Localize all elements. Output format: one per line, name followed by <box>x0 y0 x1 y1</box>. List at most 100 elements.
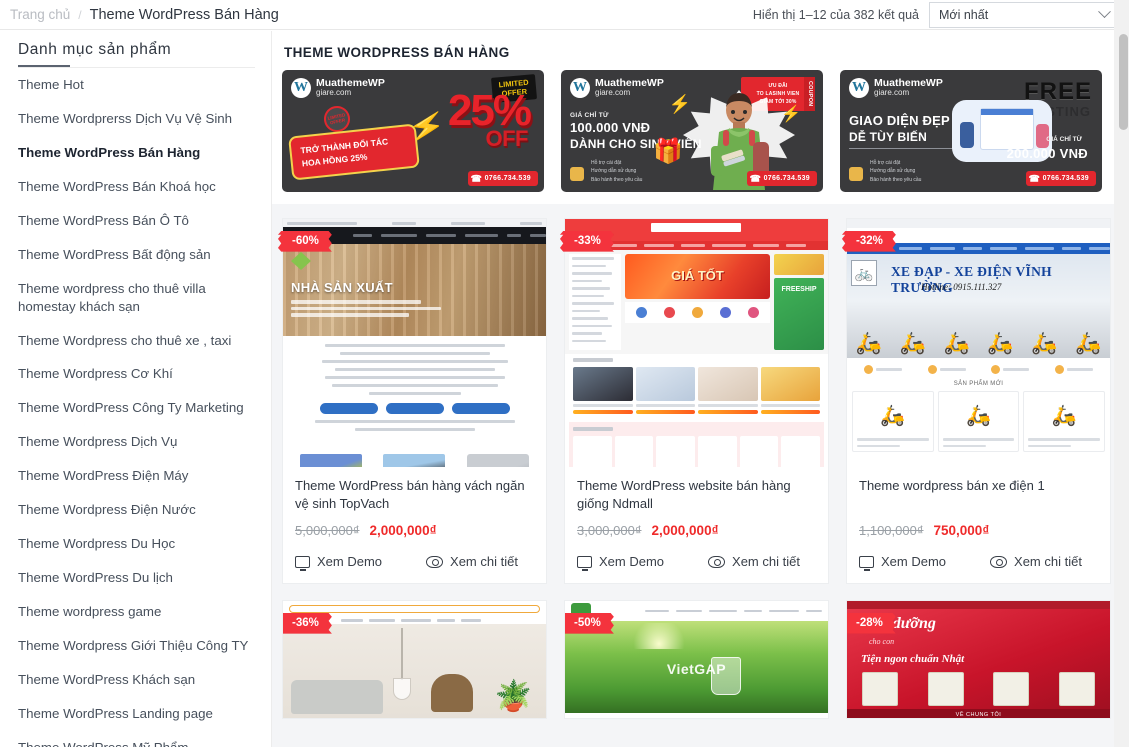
sun-glow <box>629 623 689 649</box>
product-card[interactable]: -36% 🪴 <box>282 600 547 719</box>
thumb-sidebar <box>569 254 621 350</box>
banner-promo-student[interactable]: W MuathemeWP giare.com ƯU ĐÃI TO LASINH … <box>561 70 823 192</box>
breadcrumb-separator: / <box>78 7 82 22</box>
banner-phone[interactable]: 0766.734.539 <box>746 171 817 186</box>
sidebar-item-co-khi[interactable]: Theme Wordpress Cơ Khí <box>0 357 271 391</box>
sidebar-item-my-pham[interactable]: Theme WordPress Mỹ Phẩm <box>0 731 271 747</box>
thumb-topstrip <box>847 601 1110 609</box>
banner-row: W MuathemeWP giare.com LIMITED OFFER 25%… <box>282 70 1119 192</box>
sidebar-item-landing-page[interactable]: Theme WordPress Landing page <box>0 697 271 731</box>
banner-phone[interactable]: 0766.734.539 <box>467 171 538 186</box>
sidebar-item-game[interactable]: Theme wordpress game <box>0 595 271 629</box>
bullet-1: Hỗ trợ cài đặt <box>591 159 622 166</box>
main-content: THEME WORDPRESS BÁN HÀNG W MuathemeWP gi… <box>272 31 1129 747</box>
thumb-product-row <box>573 367 820 414</box>
sidebar-item-cho-thue-xe[interactable]: Theme Wordpress cho thuê xe , taxi <box>0 324 271 358</box>
feature-line2: DỄ TÙY BIẾN <box>849 130 927 144</box>
product-actions: Xem Demo Xem chi tiết <box>565 538 828 583</box>
view-demo-label: Xem Demo <box>881 554 947 569</box>
sort-select-value: Mới nhất <box>939 7 989 22</box>
sort-select[interactable]: Mới nhất <box>929 1 1119 28</box>
scooter-icon: 🛵 <box>1074 332 1102 355</box>
product-card[interactable]: -32% 🚲 XE ĐẠP - XE ĐIỆN VĨNH TRƯỜNG Hotl… <box>842 218 1111 584</box>
product-card[interactable]: -28% Dinh dưỡng cho con Tiện ngon chuẩn … <box>846 600 1111 719</box>
thumb-title-2: cho con <box>869 637 895 646</box>
product-title[interactable]: Theme wordpress bán xe điện 1 <box>859 477 1098 513</box>
banner-logo: W MuathemeWP giare.com <box>570 78 664 98</box>
sidebar-item-dich-vu-ve-sinh[interactable]: Theme Wordprerss Dịch Vụ Vệ Sinh <box>0 102 271 136</box>
monitor-icon <box>577 555 592 571</box>
view-detail-button[interactable]: Xem chi tiết <box>990 554 1082 569</box>
view-demo-button[interactable]: Xem Demo <box>295 554 382 571</box>
sidebar-item-dien-may[interactable]: Theme WordPress Điện Máy <box>0 459 271 493</box>
price-original: 1,100,000₫ <box>859 523 924 538</box>
banner-promo-hosting[interactable]: W MuathemeWP giare.com FREE 03 GB HOSTIN… <box>840 70 1102 192</box>
sidebar-item-theme-hot[interactable]: Theme Hot <box>0 68 271 102</box>
sidebar-item-dich-vu[interactable]: Theme Wordpress Dịch Vụ <box>0 425 271 459</box>
bike-icon: 🛵 <box>1051 404 1077 427</box>
thumb-icon-row <box>625 302 770 323</box>
screen-illustration <box>980 108 1034 150</box>
bike-logo-icon: 🚲 <box>851 260 877 286</box>
thumb-topstrip <box>283 219 546 227</box>
scooter-icon: 🛵 <box>987 332 1014 355</box>
sidebar-item-khach-san[interactable]: Theme WordPress Khách sạn <box>0 663 271 697</box>
product-card[interactable]: -50% VietGAP <box>564 600 829 719</box>
thumb-product-boxes <box>847 672 1110 706</box>
discount-badge: -60% <box>278 231 332 252</box>
top-bar: Trang chủ / Theme WordPress Bán Hàng Hiể… <box>0 0 1129 30</box>
product-title[interactable]: Theme WordPress bán hàng vách ngăn vệ si… <box>295 477 534 513</box>
discount-badge: -28% <box>847 613 896 634</box>
monitor-icon <box>859 555 874 571</box>
breadcrumb-home-link[interactable]: Trang chủ <box>10 7 70 22</box>
product-card[interactable]: -33% GIÁ TỐT FREESHIP Theme WordPress we… <box>560 218 829 584</box>
page-scrollbar[interactable] <box>1114 0 1129 747</box>
view-demo-button[interactable]: Xem Demo <box>859 554 947 571</box>
wordpress-icon: W <box>291 78 311 98</box>
thumb-promo-banner: GIÁ TỐT <box>625 254 770 299</box>
sidebar-item-du-lich[interactable]: Theme WordPress Du lịch <box>0 561 271 595</box>
view-detail-button[interactable]: Xem chi tiết <box>426 554 518 569</box>
sidebar-item-ban-hang[interactable]: Theme WordPress Bán Hàng <box>0 136 271 170</box>
sidebar-item-villa-homestay[interactable]: Theme wordpress cho thuê villa homestay … <box>0 272 271 324</box>
discount-badge: -32% <box>842 231 896 252</box>
view-demo-button[interactable]: Xem Demo <box>577 554 664 571</box>
product-title[interactable]: Theme WordPress website bán hàng giống N… <box>577 477 816 513</box>
view-detail-label: Xem chi tiết <box>450 554 518 569</box>
sidebar-item-ban-khoa-hoc[interactable]: Theme WordPress Bán Khoá học <box>0 170 271 204</box>
product-card[interactable]: -60% NHÀ SẢN XUẤT Theme WordPress bán hà… <box>278 218 547 584</box>
sidebar-item-cong-ty-marketing[interactable]: Theme WordPress Công Ty Marketing <box>0 391 271 425</box>
sofa-illustration <box>291 680 383 714</box>
product-thumbnail[interactable]: GIÁ TỐT FREESHIP <box>565 219 828 467</box>
lightning-bolt-icon: ⚡ <box>668 94 691 114</box>
partner-tag: TRỞ THÀNH ĐỐI TÁC HOA HỒNG 25% <box>288 123 420 181</box>
banner-panel: THEME WORDPRESS BÁN HÀNG W MuathemeWP gi… <box>272 31 1129 204</box>
wordpress-icon: W <box>849 78 869 98</box>
price-original: 5,000,000₫ <box>295 523 360 538</box>
sidebar-item-dien-nuoc[interactable]: Theme Wordpress Điện Nước <box>0 493 271 527</box>
chair-illustration <box>431 674 473 712</box>
bullet-1: Hỗ trợ cài đặt <box>870 159 901 166</box>
sidebar-item-gioi-thieu-cong-ty[interactable]: Theme Wordpress Giới Thiệu Công TY <box>0 629 271 663</box>
eye-icon <box>708 555 726 568</box>
banner-brand-domain: giare.com <box>595 88 631 98</box>
product-thumbnail[interactable]: NHÀ SẢN XUẤT <box>283 219 546 467</box>
product-actions: Xem Demo Xem chi tiết <box>283 538 546 583</box>
sidebar-item-bat-dong-san[interactable]: Theme WordPress Bất động sản <box>0 238 271 272</box>
thumb-buttons <box>299 403 530 414</box>
eye-icon <box>990 555 1008 568</box>
price-prefix: GIÁ CHỈ TỪ <box>1046 136 1082 143</box>
sidebar-item-ban-o-to[interactable]: Theme WordPress Bán Ô Tô <box>0 204 271 238</box>
cup-illustration <box>710 657 741 695</box>
support-avatar-icon <box>570 167 584 181</box>
bullet-3: Bảo hành theo yêu cầu <box>870 176 922 183</box>
banner-phone[interactable]: 0766.734.539 <box>1025 171 1096 186</box>
scrollbar-thumb[interactable] <box>1119 34 1128 130</box>
product-thumbnail[interactable]: 🚲 XE ĐẠP - XE ĐIỆN VĨNH TRƯỜNG Hotline: … <box>847 219 1110 467</box>
thumb-freeship-promo: FREESHIP <box>774 278 824 350</box>
sidebar-item-du-hoc[interactable]: Theme Wordpress Du Học <box>0 527 271 561</box>
thumb-hero-title: NHÀ SẢN XUẤT <box>291 280 393 295</box>
view-detail-button[interactable]: Xem chi tiết <box>708 554 800 569</box>
thumb-hero: 🚲 XE ĐẠP - XE ĐIỆN VĨNH TRƯỜNG Hotline: … <box>847 254 1110 358</box>
banner-promo-25off[interactable]: W MuathemeWP giare.com LIMITED OFFER 25%… <box>282 70 544 192</box>
